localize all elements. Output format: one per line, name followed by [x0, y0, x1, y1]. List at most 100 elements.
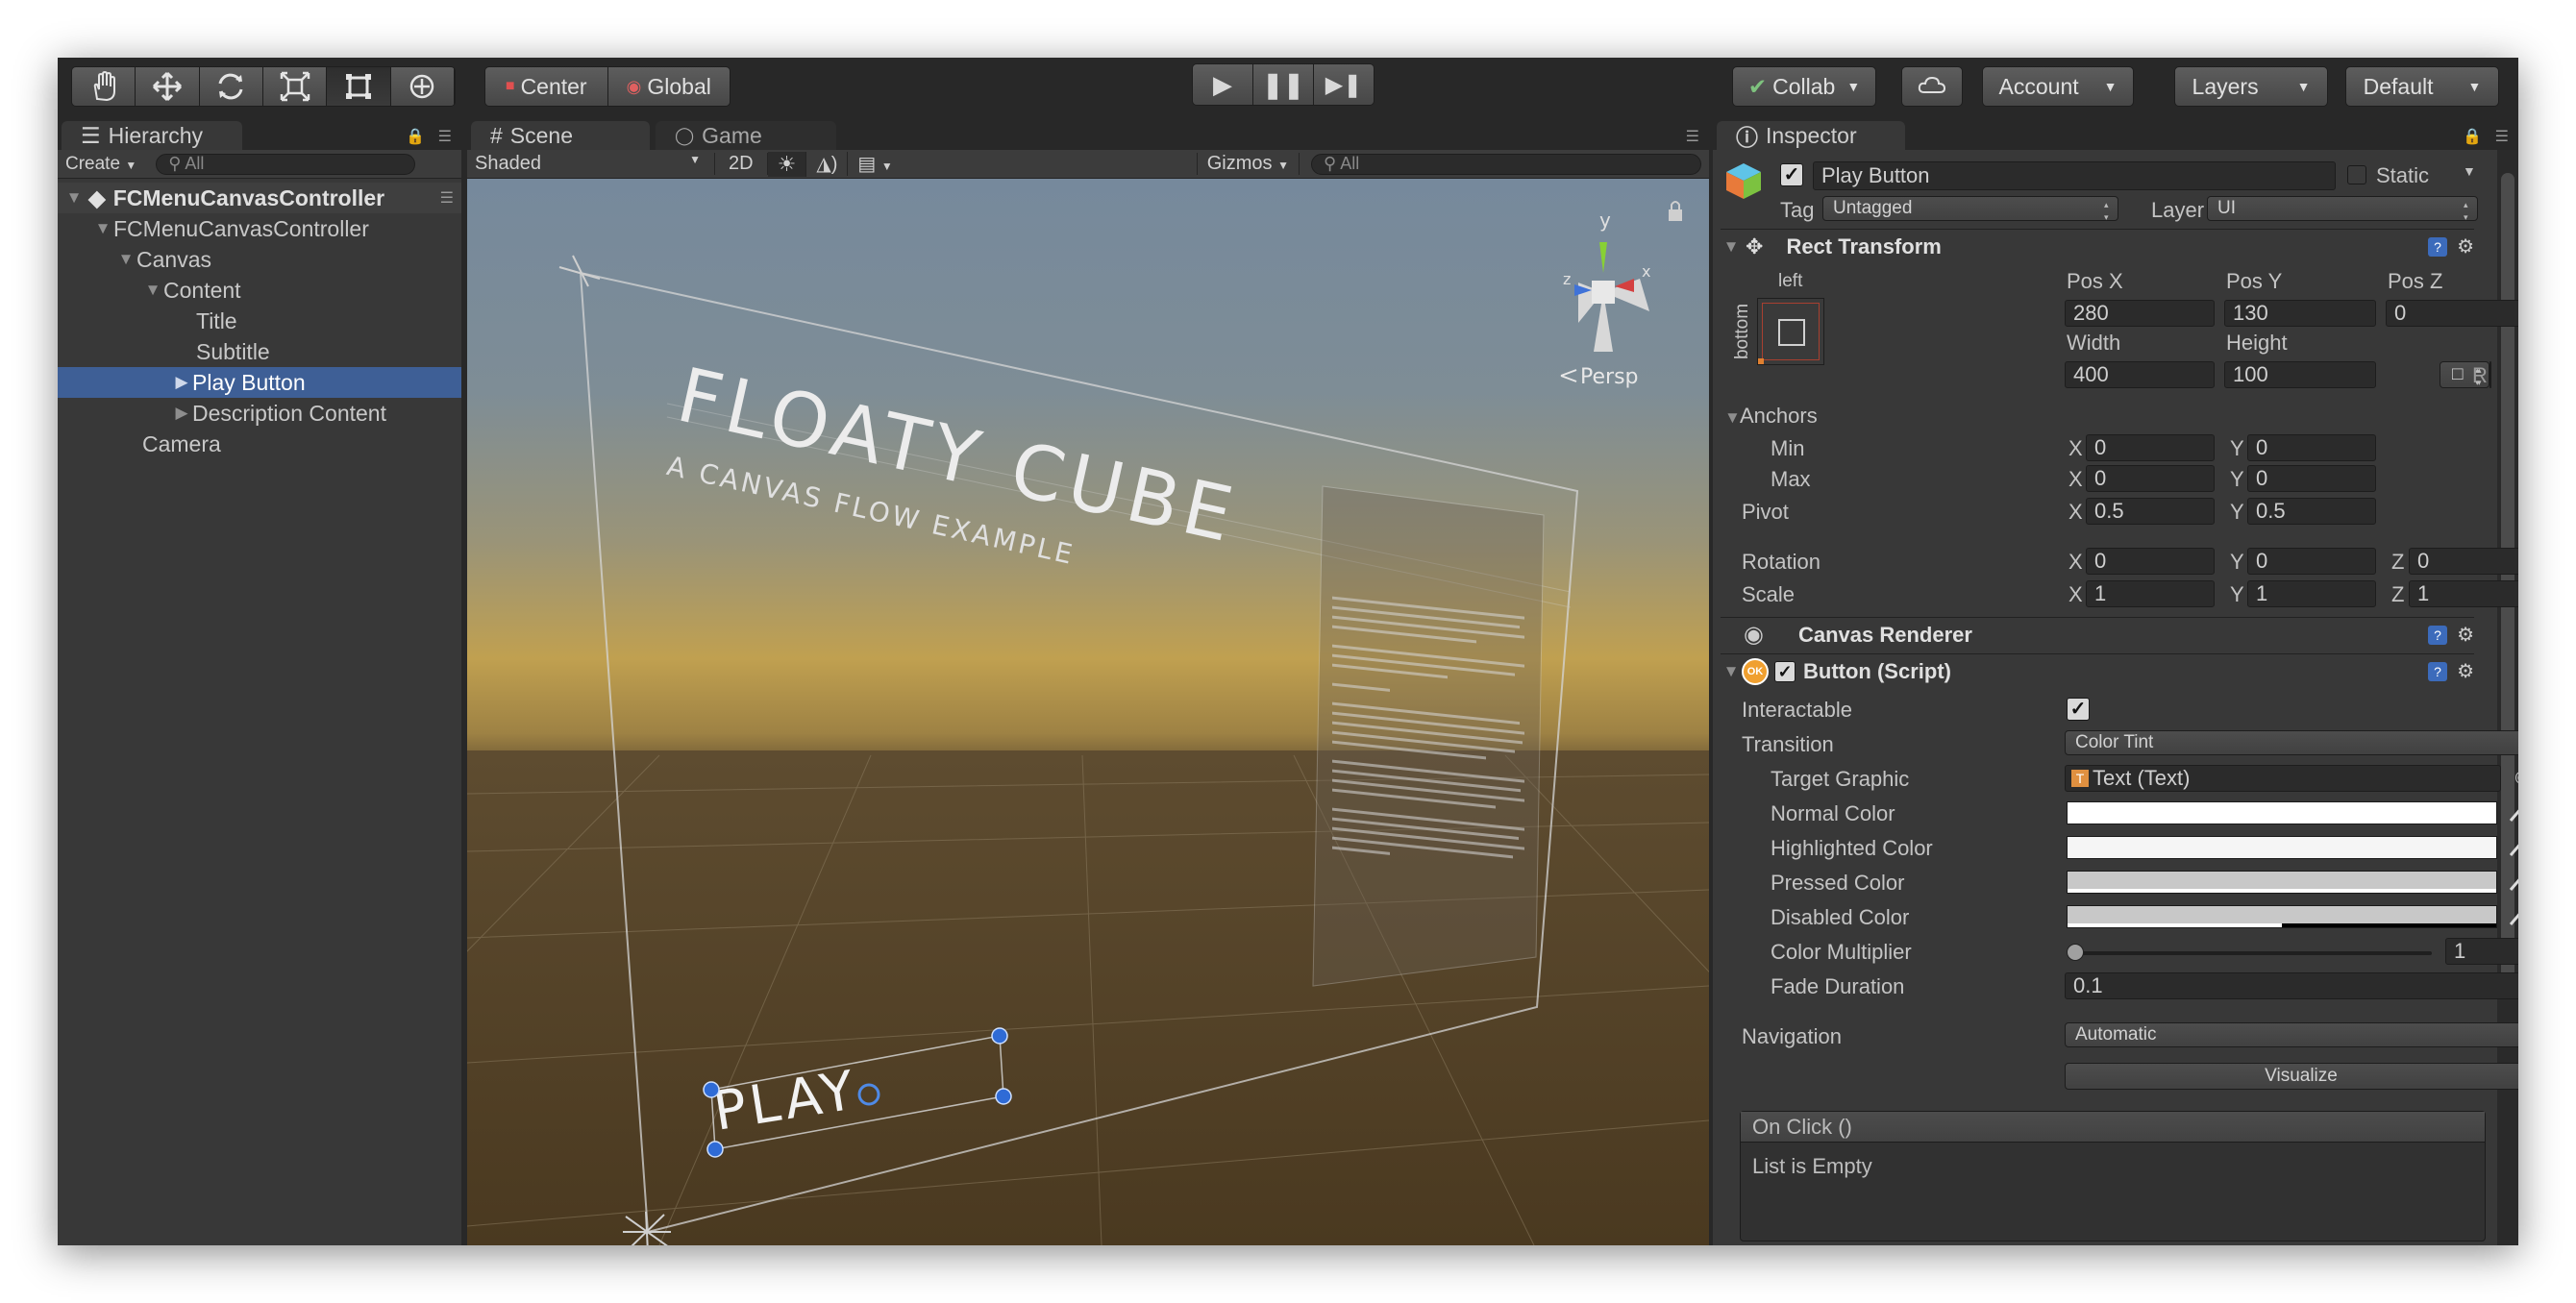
pos-x-field[interactable]: 280: [2065, 300, 2215, 327]
expand-triangle-icon[interactable]: ▶: [171, 373, 192, 392]
eyedropper-icon[interactable]: [2509, 834, 2518, 856]
fade-duration-field[interactable]: 0.1: [2065, 972, 2518, 999]
shading-mode-dropdown[interactable]: Shaded ▼: [475, 153, 715, 175]
tree-item-selected[interactable]: ▶ Play Button: [58, 367, 461, 398]
tag-dropdown[interactable]: Untagged: [1822, 196, 2118, 224]
lock-icon[interactable]: 🔒: [406, 127, 425, 146]
pos-z-field[interactable]: 0: [2386, 300, 2518, 327]
interactable-checkbox[interactable]: ✓: [2067, 698, 2090, 721]
rect-transform-header[interactable]: ▼ ✥ Rect Transform ? ⚙: [1721, 229, 2474, 263]
tree-item[interactable]: Subtitle: [58, 336, 461, 367]
scene-viewport[interactable]: FLOATY CUBE A CANVAS FLOW EXAMPLE PLAY y…: [467, 179, 1709, 1245]
scale-icon[interactable]: [262, 67, 328, 106]
rect-handle[interactable]: [706, 1141, 724, 1158]
expand-triangle-icon[interactable]: ▼: [1721, 237, 1742, 257]
rotation-z-field[interactable]: 0: [2409, 548, 2518, 575]
tree-item[interactable]: Camera: [58, 429, 461, 459]
active-checkbox[interactable]: ✓: [1780, 163, 1803, 186]
rotation-x-field[interactable]: 0: [2086, 548, 2215, 575]
transform-tool-icon[interactable]: [390, 67, 455, 106]
scale-z-field[interactable]: 1: [2409, 580, 2518, 607]
gear-icon[interactable]: ⚙: [2457, 659, 2474, 683]
scale-y-field[interactable]: 1: [2247, 580, 2376, 607]
navigation-dropdown[interactable]: Automatic: [2065, 1022, 2518, 1047]
lighting-toggle-icon[interactable]: ☀: [767, 151, 807, 177]
help-icon[interactable]: ?: [2428, 236, 2448, 257]
object-name-field[interactable]: Play Button: [1813, 161, 2336, 190]
hand-icon[interactable]: [72, 67, 136, 106]
collab-button[interactable]: ✔ Collab ▼: [1732, 66, 1876, 107]
help-icon[interactable]: ?: [2428, 661, 2448, 681]
scene-root-row[interactable]: ▼ ◆ FCMenuCanvasController ☰: [58, 183, 461, 213]
eyedropper-icon[interactable]: [2509, 799, 2518, 822]
account-dropdown[interactable]: Account ▼: [1982, 66, 2134, 107]
rect-handle[interactable]: [703, 1081, 720, 1098]
rotation-y-field[interactable]: 0: [2247, 548, 2376, 575]
2d-toggle[interactable]: 2D: [715, 153, 768, 175]
color-multiplier-field[interactable]: 1: [2445, 938, 2518, 965]
width-field[interactable]: 400: [2065, 361, 2215, 388]
expand-triangle-icon[interactable]: ▶: [171, 404, 192, 423]
expand-triangle-icon[interactable]: ▼: [63, 188, 85, 208]
tab-hierarchy[interactable]: ☰ Hierarchy: [62, 121, 242, 150]
rotate-icon[interactable]: [199, 67, 263, 106]
pause-button[interactable]: ❚❚: [1253, 64, 1314, 105]
scene-search-input[interactable]: ⚲ All: [1311, 153, 1701, 175]
tree-item[interactable]: ▼ Content: [58, 275, 461, 306]
layers-dropdown[interactable]: Layers ▼: [2174, 66, 2328, 107]
move-icon[interactable]: [136, 67, 200, 106]
object-picker-icon[interactable]: ◉: [2514, 767, 2518, 787]
cloud-button[interactable]: [1901, 66, 1963, 107]
normal-color-swatch[interactable]: [2067, 801, 2497, 824]
canvas-renderer-header[interactable]: ◉ Canvas Renderer ? ⚙: [1721, 617, 2474, 652]
play-button[interactable]: ▶: [1193, 64, 1253, 105]
gear-icon[interactable]: ⚙: [2457, 623, 2474, 647]
pivot-center-button[interactable]: ■ Center: [485, 67, 608, 106]
button-script-header[interactable]: ▼ OK ✓ Button (Script) ? ⚙: [1721, 653, 2474, 688]
panel-menu-icon[interactable]: ☰: [1686, 127, 1699, 146]
slider-thumb[interactable]: [2067, 944, 2084, 961]
layer-dropdown[interactable]: UI: [2207, 196, 2478, 224]
expand-triangle-icon[interactable]: ▼: [142, 281, 163, 300]
tree-item[interactable]: Title: [58, 306, 461, 336]
rect-tool-icon[interactable]: [327, 67, 391, 106]
transition-dropdown[interactable]: Color Tint: [2065, 730, 2518, 755]
pivot-x-field[interactable]: 0.5: [2086, 498, 2215, 525]
layout-dropdown[interactable]: Default ▼: [2345, 66, 2499, 107]
height-field[interactable]: 100: [2224, 361, 2376, 388]
step-button[interactable]: ▶❚: [1314, 64, 1374, 105]
lock-icon[interactable]: 🔒: [2463, 127, 2482, 146]
tree-item[interactable]: ▶ Description Content: [58, 398, 461, 429]
expand-triangle-icon[interactable]: ▼: [1721, 662, 1742, 681]
hierarchy-search-input[interactable]: ⚲ All: [156, 153, 416, 175]
disabled-color-swatch[interactable]: [2067, 905, 2497, 928]
anchor-presets-button[interactable]: [1757, 298, 1824, 365]
create-dropdown[interactable]: Create ▼: [65, 154, 136, 175]
scale-x-field[interactable]: 1: [2086, 580, 2215, 607]
pos-y-field[interactable]: 130: [2224, 300, 2376, 327]
panel-menu-icon[interactable]: ☰: [2495, 127, 2509, 146]
target-graphic-field[interactable]: T Text (Text): [2065, 765, 2501, 792]
help-icon[interactable]: ?: [2428, 625, 2448, 645]
chevron-down-icon[interactable]: ▼: [2463, 163, 2476, 179]
tree-item[interactable]: ▼ Canvas: [58, 244, 461, 275]
rect-handle[interactable]: [991, 1027, 1008, 1045]
expand-triangle-icon[interactable]: ▼: [115, 250, 136, 269]
panel-menu-icon[interactable]: ☰: [438, 127, 452, 146]
highlighted-color-swatch[interactable]: [2067, 836, 2497, 859]
on-click-header[interactable]: On Click (): [1741, 1112, 2485, 1143]
rect-handle[interactable]: [995, 1088, 1012, 1105]
tab-scene[interactable]: # Scene: [471, 121, 650, 150]
raw-edit-button[interactable]: R: [2472, 363, 2488, 388]
visualize-button[interactable]: Visualize: [2065, 1063, 2518, 1090]
anchor-max-y-field[interactable]: 0: [2247, 465, 2376, 492]
anchor-max-x-field[interactable]: 0: [2086, 465, 2215, 492]
static-checkbox[interactable]: [2347, 165, 2366, 184]
effects-toggle-icon[interactable]: ▤ ▼: [848, 152, 902, 176]
gizmos-dropdown[interactable]: Gizmos ▼: [1196, 153, 1300, 175]
eyedropper-icon[interactable]: [2509, 903, 2518, 925]
button-enabled-checkbox[interactable]: ✓: [1774, 660, 1796, 682]
anchor-min-x-field[interactable]: 0: [2086, 434, 2215, 461]
gear-icon[interactable]: ⚙: [2457, 234, 2474, 258]
scene-menu-icon[interactable]: ☰: [440, 188, 454, 208]
